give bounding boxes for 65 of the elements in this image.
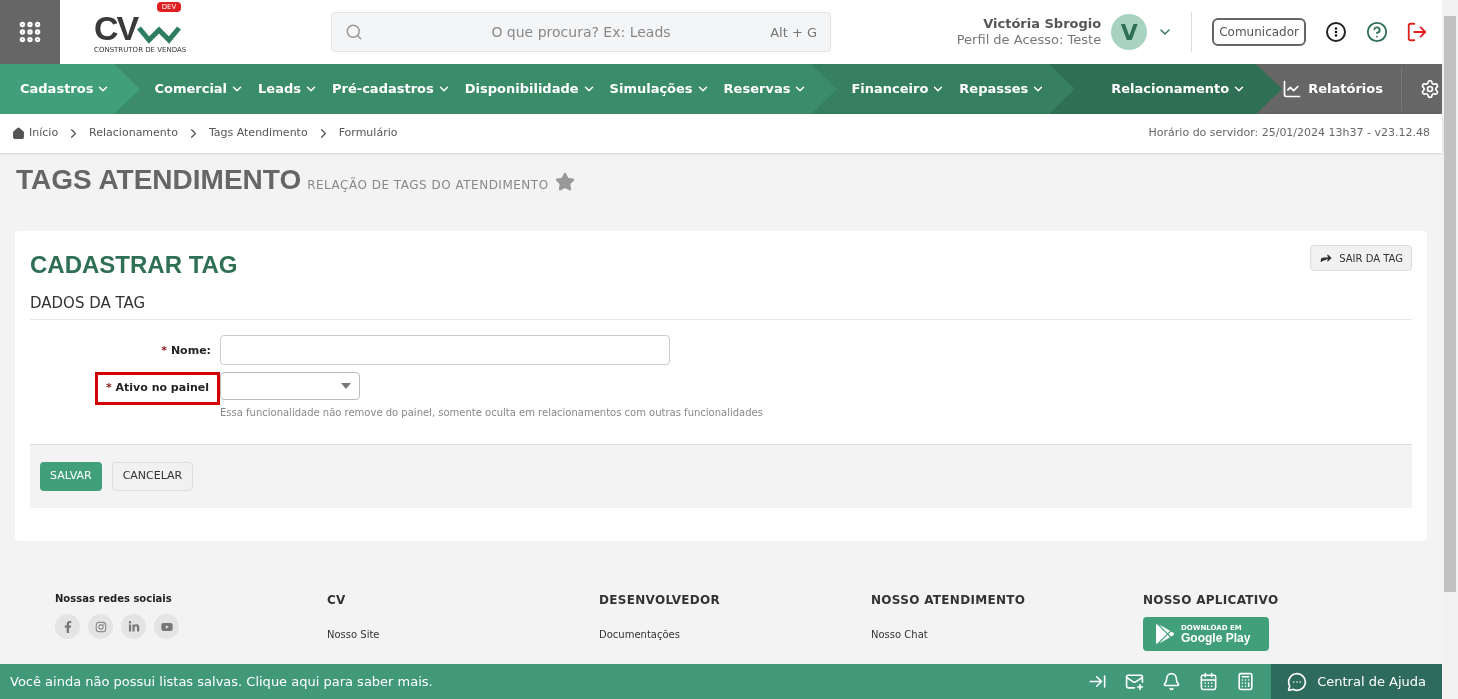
card-title: CADASTRAR TAG: [30, 250, 238, 280]
page-subtitle: RELAÇÃO DE TAGS DO ATENDIMENTO: [307, 176, 549, 194]
shortcut-hint: Alt + G: [770, 24, 817, 42]
footer-link[interactable]: Documentações: [599, 627, 871, 642]
nav-menu-item[interactable]: Cadastros: [20, 79, 111, 99]
footer-heading: DESENVOLVEDOR: [599, 592, 722, 609]
nav-menu-item[interactable]: Simulações: [609, 79, 710, 99]
page-title: TAGS ATENDIMENTO: [16, 163, 302, 197]
instagram-icon[interactable]: [88, 614, 113, 639]
name-input[interactable]: [220, 334, 670, 365]
grid-icon: [17, 19, 43, 45]
breadcrumb-link[interactable]: Tags Atendimento: [208, 125, 308, 142]
user-name: Victória Sbrogio: [983, 16, 1102, 32]
cancel-button[interactable]: CANCELAR: [111, 462, 194, 491]
footer-link[interactable]: Nosso Site: [327, 627, 599, 642]
home-icon: [12, 127, 25, 140]
user-profile: Perfil de Acesso: Teste: [956, 32, 1102, 48]
footer-heading: CV: [327, 592, 347, 609]
play-store-icon: [1155, 624, 1175, 644]
favorite-star-icon[interactable]: [554, 172, 575, 192]
nav-menu-item[interactable]: Repasses: [959, 79, 1046, 99]
line-chart-icon: [1282, 79, 1303, 99]
save-button[interactable]: SALVAR: [40, 462, 102, 491]
apps-menu-button[interactable]: [0, 0, 60, 64]
reports-link[interactable]: Relatórios: [1282, 79, 1383, 99]
user-avatar: V: [1111, 14, 1148, 50]
linkedin-icon[interactable]: [121, 614, 146, 639]
settings-icon[interactable]: [1420, 79, 1440, 99]
dropdown-arrow-icon: [341, 383, 351, 389]
calendar-icon[interactable]: [1199, 672, 1219, 691]
footer-heading: NOSSO APLICATIVO: [1143, 592, 1279, 609]
server-time: Horário do servidor: 25/01/2024 13h37 - v23.12.48: [1148, 125, 1430, 142]
breadcrumb-link[interactable]: Relacionamento: [89, 125, 178, 142]
nav-menu-item[interactable]: Disponibilidade: [464, 79, 596, 99]
logout-icon[interactable]: [1406, 21, 1428, 43]
footer-link[interactable]: Nosso Chat: [871, 627, 1143, 642]
exit-tag-button[interactable]: SAIR DA TAG: [1310, 245, 1412, 271]
nav-menu-item[interactable]: Leads: [258, 79, 318, 99]
nav-menu-item[interactable]: Financeiro: [851, 79, 946, 99]
bell-icon[interactable]: [1162, 672, 1182, 691]
share-arrow-icon: [1319, 251, 1334, 265]
nav-menu-item[interactable]: Relacionamento: [1111, 79, 1247, 99]
youtube-icon[interactable]: [154, 614, 179, 639]
breadcrumb-link[interactable]: Formulário: [338, 125, 398, 142]
breadcrumb-link[interactable]: Início: [29, 125, 59, 142]
section-title: DADOS DA TAG: [30, 292, 1412, 320]
saved-lists-message[interactable]: Você ainda não possui listas salvas. Clique aqui para saber mais.: [10, 671, 433, 692]
facebook-icon[interactable]: [55, 614, 80, 639]
nav-menu-item[interactable]: Comercial: [154, 79, 245, 99]
footer-heading: NOSSO ATENDIMENTO: [871, 592, 1027, 609]
collapse-icon[interactable]: [1088, 672, 1108, 691]
nav-menu-item[interactable]: Reservas: [723, 79, 808, 99]
help-center-button[interactable]: Central de Ajuda: [1271, 664, 1442, 699]
nav-menu-item[interactable]: Pré-cadastros: [332, 79, 451, 99]
search-icon: [345, 23, 363, 41]
field-label: * Ativo no painel: [94, 372, 220, 405]
field-label: * Nome:: [160, 342, 212, 359]
social-title: Nossas redes sociais: [55, 592, 173, 606]
more-options-icon[interactable]: [1326, 22, 1346, 42]
logo-letters: CV: [94, 10, 138, 46]
comunicador-button[interactable]: Comunicador: [1212, 18, 1306, 46]
field-help-text: Essa funcionalidade não remove do painel, somente oculta em relacionamentos com outras funcionalidades: [220, 406, 763, 420]
help-icon[interactable]: [1366, 21, 1388, 43]
calculator-icon[interactable]: [1236, 672, 1256, 691]
chat-bubble-icon: [1287, 671, 1308, 692]
